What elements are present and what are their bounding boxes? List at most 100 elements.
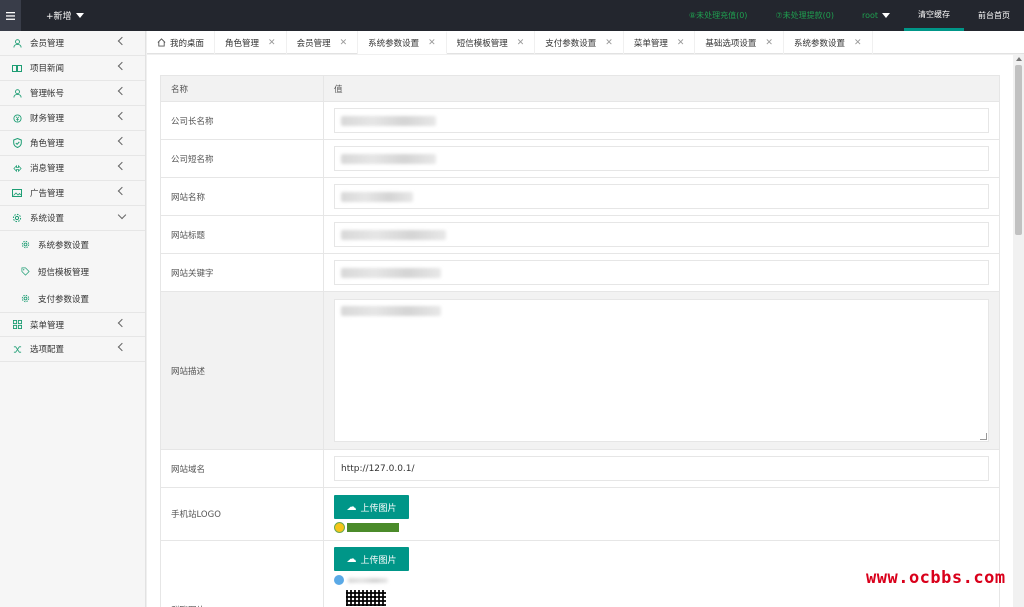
table-row: 网站描述 bbox=[160, 291, 1000, 450]
redacted-value bbox=[341, 115, 436, 126]
sidebar-item-label: 角色管理 bbox=[30, 139, 65, 149]
tab-basic-options[interactable]: 基础选项设置 ✕ bbox=[695, 31, 784, 54]
grid-icon bbox=[12, 320, 22, 330]
row-label: 公司短名称 bbox=[160, 139, 324, 178]
menu-toggle-button[interactable] bbox=[0, 0, 21, 31]
tab-label: 基础选项设置 bbox=[705, 38, 757, 49]
row-label: 网站关键字 bbox=[160, 253, 324, 292]
caret-down-icon bbox=[75, 13, 84, 18]
redacted-value bbox=[348, 577, 388, 583]
tab-menus[interactable]: 菜单管理 ✕ bbox=[624, 31, 696, 54]
upload-group-image-button[interactable]: ☁ 上传图片 bbox=[334, 547, 409, 571]
chevron-left-icon bbox=[117, 86, 127, 96]
scroll-up-icon[interactable] bbox=[1016, 57, 1022, 61]
sidebar-item-label: 菜单管理 bbox=[30, 320, 65, 331]
sidebar-item-menus[interactable]: 菜单管理 bbox=[0, 312, 145, 337]
sidebar-subitem-sms-templates[interactable]: 短信模板管理 bbox=[0, 258, 145, 285]
tab-label: 菜单管理 bbox=[633, 38, 668, 49]
sidebar-item-options[interactable]: 选项配置 bbox=[0, 337, 145, 362]
site-domain-input[interactable]: http://127.0.0.1/ bbox=[334, 456, 989, 481]
close-icon[interactable]: ✕ bbox=[517, 38, 525, 48]
table-row: 公司短名称 bbox=[160, 139, 1000, 178]
tab-system-params[interactable]: 系统参数设置 ✕ bbox=[784, 31, 873, 54]
site-name-input[interactable] bbox=[334, 184, 989, 209]
close-icon[interactable]: ✕ bbox=[268, 38, 276, 48]
caret-down-icon bbox=[882, 13, 890, 18]
close-icon[interactable]: ✕ bbox=[765, 38, 773, 48]
sidebar-item-ads[interactable]: 广告管理 bbox=[0, 181, 145, 206]
upload-mobile-logo-button[interactable]: ☁ 上传图片 bbox=[334, 495, 409, 519]
row-label: 公司长名称 bbox=[160, 101, 324, 140]
clear-cache-button[interactable]: 清空缓存 bbox=[904, 0, 964, 31]
tab-my-desktop[interactable]: 我的桌面 bbox=[147, 31, 216, 54]
tab-label: 系统参数设置 bbox=[368, 39, 420, 49]
sidebar-item-label: 选项配置 bbox=[30, 345, 65, 355]
vertical-scrollbar[interactable] bbox=[1013, 55, 1024, 607]
close-icon[interactable]: ✕ bbox=[428, 38, 436, 48]
top-bar: +新增 ⑧未处理充值(0) ⑦未处理提款(0) root 清空缓存 前台首页 bbox=[0, 0, 1024, 31]
tab-system-params-active[interactable]: 系统参数设置 ✕ bbox=[358, 31, 447, 54]
logo-image bbox=[334, 522, 345, 533]
sidebar-subitem-label: 系统参数设置 bbox=[38, 240, 90, 251]
mobile-logo-thumbnail bbox=[334, 522, 989, 533]
sidebar-item-label: 系统设置 bbox=[30, 214, 65, 224]
redacted-value bbox=[341, 267, 441, 278]
sidebar-item-finance[interactable]: 财务管理 bbox=[0, 106, 145, 131]
company-short-name-input[interactable] bbox=[334, 146, 989, 171]
redacted-value bbox=[341, 191, 413, 202]
tab-label: 短信模板管理 bbox=[456, 38, 508, 49]
sidebar-item-members[interactable]: 会员管理 bbox=[0, 31, 145, 56]
menu-icon bbox=[6, 11, 15, 20]
user-menu[interactable]: root bbox=[848, 0, 904, 31]
sidebar-item-news[interactable]: 项目新闻 bbox=[0, 56, 145, 81]
gear-icon bbox=[12, 213, 22, 223]
sidebar-item-label: 管理帐号 bbox=[30, 89, 65, 99]
pending-withdraw-link[interactable]: ⑦未处理提款(0) bbox=[761, 0, 848, 31]
cloud-upload-icon: ☁ bbox=[346, 501, 357, 513]
pending-recharge-link[interactable]: ⑧未处理充值(0) bbox=[675, 0, 762, 31]
column-header-value: 值 bbox=[323, 75, 1000, 102]
chevron-left-icon bbox=[117, 161, 127, 171]
scrollbar-thumb[interactable] bbox=[1015, 65, 1022, 235]
chevron-left-icon bbox=[117, 61, 127, 71]
user-icon bbox=[12, 38, 22, 48]
tab-roles[interactable]: 角色管理 ✕ bbox=[215, 31, 287, 54]
gear-icon bbox=[20, 240, 30, 250]
shield-icon bbox=[12, 138, 22, 148]
site-title-input[interactable] bbox=[334, 222, 989, 247]
top-right-nav: ⑧未处理充值(0) ⑦未处理提款(0) root 清空缓存 前台首页 bbox=[675, 0, 1024, 31]
close-icon[interactable]: ✕ bbox=[677, 38, 685, 48]
tab-sms-templates[interactable]: 短信模板管理 ✕ bbox=[447, 31, 536, 54]
sidebar-item-accounts[interactable]: 管理帐号 bbox=[0, 81, 145, 106]
upload-label: 上传图片 bbox=[360, 555, 397, 566]
redacted-value bbox=[341, 153, 436, 164]
cloud-upload-icon: ☁ bbox=[346, 553, 357, 565]
site-description-textarea[interactable] bbox=[334, 299, 989, 442]
company-long-name-input[interactable] bbox=[334, 108, 989, 133]
add-new-menu[interactable]: +新增 bbox=[46, 0, 84, 31]
tab-label: 我的桌面 bbox=[170, 38, 205, 49]
table-row: 手机站LOGO ☁ 上传图片 bbox=[160, 487, 1000, 541]
close-icon[interactable]: ✕ bbox=[605, 38, 613, 48]
site-keywords-input[interactable] bbox=[334, 260, 989, 285]
tab-members[interactable]: 会员管理 ✕ bbox=[287, 31, 359, 54]
sidebar-subitem-system-params[interactable]: 系统参数设置 bbox=[0, 231, 145, 258]
settings-table: 名称 值 公司长名称 公司短名称 网站名称 网站标题 网站关键字 网站描述 网站… bbox=[160, 75, 1000, 607]
add-new-label: +新增 bbox=[46, 12, 72, 22]
tag-icon bbox=[20, 267, 30, 277]
front-home-link[interactable]: 前台首页 bbox=[964, 0, 1024, 31]
tab-payment-params[interactable]: 支付参数设置 ✕ bbox=[535, 31, 624, 54]
sidebar-subitem-label: 支付参数设置 bbox=[38, 294, 90, 305]
user-icon bbox=[12, 88, 22, 98]
close-icon[interactable]: ✕ bbox=[340, 38, 348, 48]
redacted-value bbox=[341, 306, 441, 316]
sidebar-item-messages[interactable]: 消息管理 bbox=[0, 156, 145, 181]
chevron-left-icon bbox=[117, 136, 127, 146]
sidebar: 会员管理 项目新闻 管理帐号 财务管理 角色管理 消息管理 广告管理 系统设置 bbox=[0, 31, 146, 607]
close-icon[interactable]: ✕ bbox=[854, 38, 862, 48]
sidebar-item-system-settings[interactable]: 系统设置 bbox=[0, 206, 145, 231]
row-label: 网站标题 bbox=[160, 215, 324, 254]
resize-grip-icon[interactable] bbox=[980, 433, 987, 440]
sidebar-item-roles[interactable]: 角色管理 bbox=[0, 131, 145, 156]
sidebar-subitem-payment-params[interactable]: 支付参数设置 bbox=[0, 285, 145, 312]
